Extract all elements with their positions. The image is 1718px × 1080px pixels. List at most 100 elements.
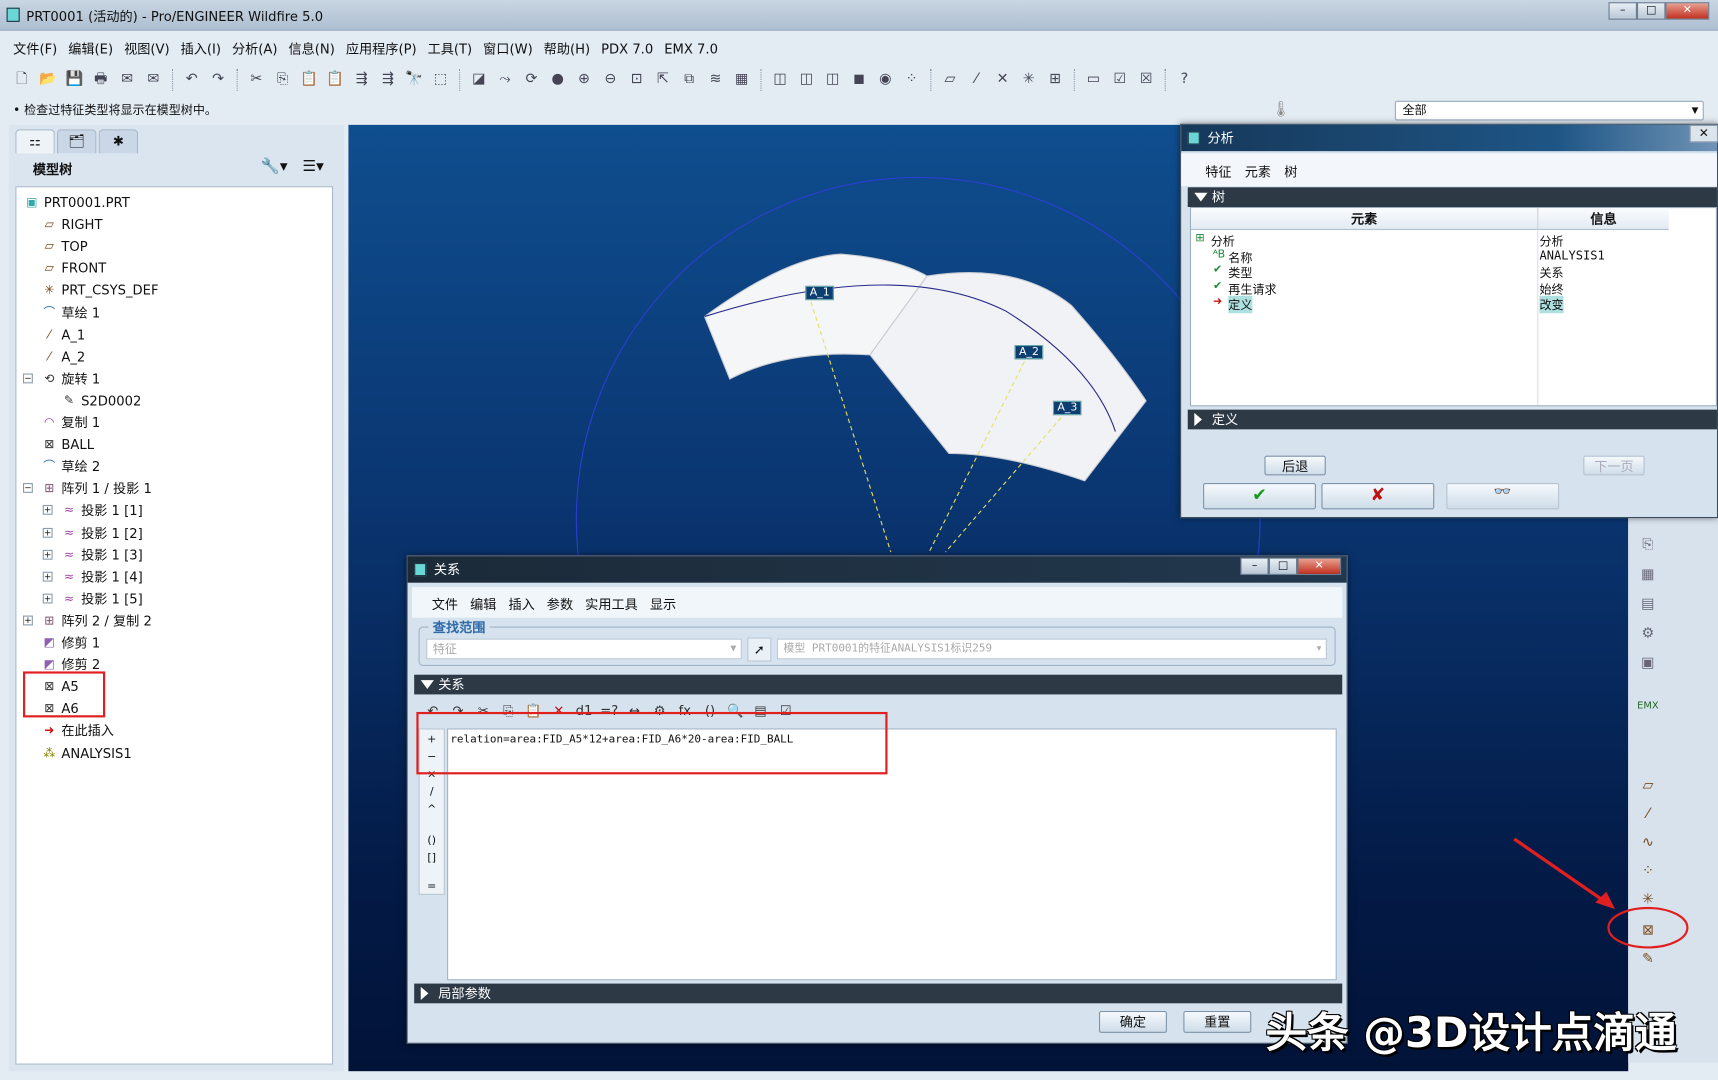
relations-menu-2[interactable]: 插入 <box>508 595 534 618</box>
relations-menu-3[interactable]: 参数 <box>547 595 573 618</box>
select-box-icon[interactable]: ⬚ <box>430 69 452 91</box>
menu-0[interactable]: 文件(F) <box>13 37 66 61</box>
operator-6[interactable]: [] <box>420 852 444 864</box>
spin-icon[interactable]: ⟳ <box>520 69 542 91</box>
scope-type-select[interactable]: 特征 ▼ <box>426 638 742 660</box>
operator-7[interactable]: = <box>420 881 444 893</box>
operator-3[interactable]: / <box>420 786 444 798</box>
tree-expander-icon[interactable]: + <box>42 505 53 516</box>
tree-expander-icon[interactable]: − <box>23 373 33 384</box>
shading-icon[interactable]: ◼ <box>848 69 870 91</box>
save-icon[interactable]: 💾 <box>64 69 86 91</box>
datum-plane-icon[interactable]: ▱ <box>1637 778 1659 800</box>
axis-label-a2[interactable]: A_2 <box>1014 345 1044 360</box>
tree-expander-icon[interactable]: + <box>23 615 33 626</box>
operator-4[interactable]: ^ <box>420 804 444 816</box>
menu-tree[interactable]: 树 <box>1284 162 1297 186</box>
relations-menu-0[interactable]: 文件 <box>432 595 458 618</box>
axis-display-icon[interactable]: ⁄ <box>965 69 987 91</box>
next-page-button[interactable]: 下一页 <box>1583 455 1645 476</box>
shade-icon[interactable]: ● <box>547 69 569 91</box>
menu-10[interactable]: PDX 7.0 <box>601 37 662 61</box>
context-help-icon[interactable]: ? <box>1173 69 1195 91</box>
maximize-button[interactable]: □ <box>1268 557 1298 576</box>
zoom-in-icon[interactable]: ⊕ <box>573 69 595 91</box>
tree-expander-icon[interactable]: + <box>42 593 53 604</box>
tree-item[interactable]: + ≈ 投影 1 [5] <box>16 588 332 610</box>
local-params-section-header[interactable]: 局部参数 <box>414 983 1343 1004</box>
close-button[interactable]: ✕ <box>1297 557 1342 576</box>
annotation-display-icon[interactable]: ⊞ <box>1044 69 1066 91</box>
saved-views-icon[interactable]: ⧉ <box>678 69 700 91</box>
print-icon[interactable]: 🖶 <box>90 69 112 91</box>
tab-favorites[interactable]: ✱ <box>98 129 139 154</box>
relations-menu-5[interactable]: 显示 <box>650 595 676 618</box>
tree-item[interactable]: + ≈ 投影 1 [2] <box>16 522 332 544</box>
paste-special-icon[interactable]: 📋 <box>324 69 346 91</box>
plane-display-icon[interactable]: ▱ <box>939 69 961 91</box>
zoom-out-icon[interactable]: ⊖ <box>599 69 621 91</box>
tab-model-tree[interactable]: ⚏ <box>15 129 55 154</box>
csys-display-icon[interactable]: ✳ <box>1018 69 1040 91</box>
paste-icon[interactable]: 📋 <box>298 69 320 91</box>
tree-item[interactable]: ◠ 复制 1 <box>16 412 332 434</box>
selection-filter-dropdown[interactable]: 全部 ▼ <box>1394 100 1704 121</box>
no-hidden-icon[interactable]: ◫ <box>822 69 844 91</box>
close-icon[interactable]: ✕ <box>1689 124 1718 143</box>
reset-button[interactable]: 重置 <box>1183 1010 1252 1033</box>
orient-icon[interactable]: ◪ <box>468 69 490 91</box>
hidden-line-icon[interactable]: ◫ <box>795 69 817 91</box>
tree-item[interactable]: ▣ PRT0001.PRT <box>16 192 332 214</box>
tree-expander-icon[interactable]: + <box>42 571 53 582</box>
relations-section-header[interactable]: 关系 <box>414 674 1343 695</box>
tree-expander-icon[interactable]: − <box>23 483 33 494</box>
tree-item[interactable]: ⌒ 草绘 2 <box>16 456 332 478</box>
axis-label-a1[interactable]: A_1 <box>805 285 835 301</box>
menu-2[interactable]: 视图(V) <box>124 37 178 61</box>
menu-1[interactable]: 编辑(E) <box>68 37 122 61</box>
tree-expander-icon[interactable]: + <box>42 549 53 560</box>
layers-icon[interactable]: ≋ <box>705 69 727 91</box>
emx-icon[interactable]: EMX <box>1637 701 1659 723</box>
close-icon[interactable]: ☒ <box>1135 69 1157 91</box>
feature-tool-icon[interactable]: ⚙ <box>1637 625 1659 647</box>
menu-9[interactable]: 帮助(H) <box>544 37 599 61</box>
find-icon[interactable]: 🔭 <box>403 69 425 91</box>
tree-item[interactable]: ⁂ ANALYSIS1 <box>16 742 332 764</box>
undo-icon[interactable]: ↶ <box>181 69 203 91</box>
open-icon[interactable]: 📂 <box>37 69 59 91</box>
regen-icon[interactable]: ⇶ <box>351 69 373 91</box>
view-manager-icon[interactable]: ▦ <box>731 69 753 91</box>
tree-item[interactable]: ⌒ 草绘 1 <box>16 302 332 324</box>
ok-button[interactable]: 确定 <box>1098 1010 1167 1033</box>
element-name[interactable]: 定义 <box>1228 295 1253 314</box>
tree-item[interactable]: + ≈ 投影 1 [1] <box>16 500 332 522</box>
tree-expander-icon[interactable]: + <box>42 527 53 538</box>
tree-item[interactable]: ▱ RIGHT <box>16 214 332 236</box>
datum-toggle-icon[interactable]: ⁘ <box>901 69 923 91</box>
relations-menu-1[interactable]: 编辑 <box>470 595 496 618</box>
tree-item[interactable]: + ⊞ 阵列 2 / 复制 2 <box>16 610 332 632</box>
relations-menu-4[interactable]: 实用工具 <box>585 595 638 618</box>
tree-settings-icon[interactable]: 🔧▾ <box>261 158 288 176</box>
menu-4[interactable]: 分析(A) <box>232 37 286 61</box>
tab-folder-browser[interactable]: 🗂 <box>56 129 97 154</box>
menu-6[interactable]: 应用程序(P) <box>346 37 426 61</box>
menu-element[interactable]: 元素 <box>1245 162 1271 186</box>
tree-item[interactable]: − ⊞ 阵列 1 / 投影 1 <box>16 478 332 500</box>
point-display-icon[interactable]: ✕ <box>992 69 1014 91</box>
regen-manager-icon[interactable]: ⇶ <box>377 69 399 91</box>
menu-7[interactable]: 工具(T) <box>428 37 481 61</box>
feature-tool-icon[interactable]: ▣ <box>1637 655 1659 677</box>
maximize-button[interactable]: □ <box>1636 2 1666 20</box>
refit-icon[interactable]: ⊡ <box>626 69 648 91</box>
reorient-icon[interactable]: ⇱ <box>652 69 674 91</box>
redo-icon[interactable]: ↷ <box>207 69 229 91</box>
datum-display-icon[interactable]: ⤳ <box>494 69 516 91</box>
menu-5[interactable]: 信息(N) <box>288 37 343 61</box>
window-icon[interactable]: ▭ <box>1083 69 1105 91</box>
tree-item[interactable]: ▱ FRONT <box>16 258 332 280</box>
feature-tool-icon[interactable]: ▦ <box>1637 566 1659 588</box>
close-button[interactable]: ✕ <box>1665 2 1710 20</box>
tree-item[interactable]: ⁄ A_2 <box>16 346 332 368</box>
